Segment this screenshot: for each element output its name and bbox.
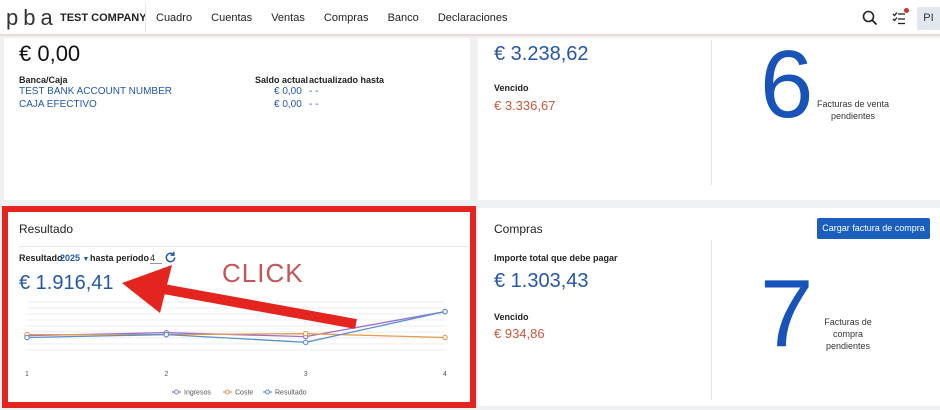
sales-pending-label[interactable]: Facturas de venta pendientes <box>808 98 898 122</box>
avatar[interactable]: PI <box>917 7 940 30</box>
purchases-due-label: Vencido <box>494 312 529 322</box>
cash-account-updated: - - <box>309 99 319 110</box>
highlight-frame <box>2 206 476 408</box>
bank-account-balance: € 0,00 <box>274 86 302 97</box>
nav-banco[interactable]: Banco <box>388 12 419 24</box>
purchases-pending-count[interactable]: 7 <box>760 266 813 362</box>
purchases-due-amount: € 934,86 <box>494 326 545 341</box>
nav-cuadro[interactable]: Cuadro <box>156 12 192 24</box>
divider <box>145 4 146 32</box>
sales-total: € 3.238,62 <box>494 43 589 65</box>
bank-col-account: Banca/Caja <box>19 75 68 85</box>
purchases-total-label: Importe total que debe pagar <box>494 253 618 263</box>
notification-dot <box>904 8 909 13</box>
search-icon[interactable] <box>861 9 879 27</box>
nav-declaraciones[interactable]: Declaraciones <box>438 12 508 24</box>
cash-account-link[interactable]: CAJA EFECTIVO <box>19 99 97 110</box>
nav-cuentas[interactable]: Cuentas <box>211 12 252 24</box>
sales-due-amount: € 3.336,67 <box>494 98 556 113</box>
sales-divider <box>711 40 712 185</box>
upload-purchase-invoice-button[interactable]: Cargar factura de compra <box>817 218 930 239</box>
cash-account-balance: € 0,00 <box>274 99 302 110</box>
nav-compras[interactable]: Compras <box>324 12 369 24</box>
main-nav: Cuadro Cuentas Ventas Compras Banco Decl… <box>156 12 524 24</box>
purchases-divider <box>711 240 712 400</box>
bank-col-updated: actualizado hasta <box>309 75 385 85</box>
app-logo[interactable]: pba <box>6 5 58 31</box>
company-name[interactable]: TEST COMPANY <box>60 12 147 24</box>
bank-total: € 0,00 <box>19 41 81 66</box>
purchases-total: € 1.303,43 <box>494 270 589 292</box>
bank-account-link[interactable]: TEST BANK ACCOUNT NUMBER <box>19 86 172 97</box>
sales-pending-count[interactable]: 6 <box>760 37 813 133</box>
purchases-title: Compras <box>494 222 543 236</box>
nav-ventas[interactable]: Ventas <box>271 12 305 24</box>
bank-col-balance: Saldo actual <box>255 75 309 85</box>
sales-due-label: Vencido <box>494 83 529 93</box>
purchases-pending-label[interactable]: Facturas de compra pendientes <box>810 316 886 352</box>
bank-account-updated: - - <box>309 86 319 97</box>
